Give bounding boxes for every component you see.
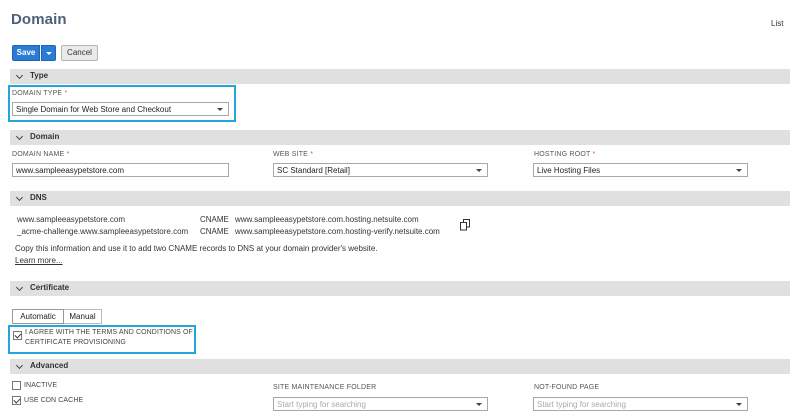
dns-record-target: www.sampleeasypetstore.com.hosting.netsu… — [235, 215, 419, 224]
dropdown-arrow-icon — [217, 108, 223, 111]
use-cdn-cache-label: USE CDN CACHE — [24, 397, 84, 404]
hosting-root-label: HOSTING ROOT * — [534, 151, 596, 158]
section-header-type[interactable]: Type — [10, 69, 790, 84]
dns-record-target: www.sampleeasypetstore.com.hosting-verif… — [235, 227, 440, 236]
page-title: Domain — [11, 11, 67, 28]
dropdown-arrow-icon — [476, 403, 482, 406]
chevron-down-icon — [15, 132, 24, 141]
dns-record-type: CNAME — [200, 215, 229, 224]
hosting-root-select[interactable]: Live Hosting Files — [533, 163, 748, 177]
inactive-label: INACTIVE — [24, 382, 58, 389]
web-site-select[interactable]: SC Standard [Retail] — [273, 163, 488, 177]
chevron-down-icon — [15, 71, 24, 80]
tab-automatic[interactable]: Automatic — [12, 309, 64, 324]
section-header-dns[interactable]: DNS — [10, 191, 790, 206]
section-header-certificate[interactable]: Certificate — [10, 281, 790, 296]
save-button[interactable]: Save — [12, 45, 40, 61]
domain-type-select[interactable]: Single Domain for Web Store and Checkout — [12, 102, 229, 116]
dns-record-type: CNAME — [200, 227, 229, 236]
section-header-advanced[interactable]: Advanced — [10, 359, 790, 374]
agree-terms-label-line2: CERTIFICATE PROVISIONING — [25, 339, 126, 346]
inactive-checkbox[interactable] — [12, 381, 21, 390]
not-found-page-label: NOT-FOUND PAGE — [534, 384, 600, 391]
section-header-domain[interactable]: Domain — [10, 130, 790, 145]
dns-record-host: _acme-challenge.www.sampleeasypetstore.c… — [17, 227, 189, 236]
section-title: Certificate — [30, 283, 70, 292]
chevron-down-icon — [15, 283, 24, 292]
list-link[interactable]: List — [771, 19, 783, 28]
dropdown-arrow-icon — [476, 169, 482, 172]
save-options-dropdown-button[interactable] — [41, 45, 56, 61]
not-found-page-select[interactable]: Start typing for searching — [533, 397, 748, 411]
dropdown-arrow-icon — [736, 169, 742, 172]
section-title: Domain — [30, 132, 60, 141]
use-cdn-cache-checkbox[interactable] — [12, 396, 21, 405]
web-site-label: WEB SITE * — [273, 151, 314, 158]
copy-icon[interactable] — [460, 219, 471, 231]
chevron-down-icon — [15, 193, 24, 202]
dns-record-host: www.sampleeasypetstore.com — [17, 215, 126, 224]
dns-info-text: Copy this information and use it to add … — [15, 244, 378, 253]
section-title: Type — [30, 71, 49, 80]
chevron-down-icon — [15, 361, 24, 370]
maintenance-folder-label: SITE MAINTENANCE FOLDER — [273, 384, 377, 391]
agree-terms-label-line1: I AGREE WITH THE TERMS AND CONDITIONS OF — [25, 329, 193, 336]
domain-name-input[interactable]: www.sampleeasypetstore.com — [12, 163, 229, 177]
tab-manual[interactable]: Manual — [64, 309, 102, 324]
dropdown-arrow-icon — [736, 403, 742, 406]
domain-type-label: DOMAIN TYPE * — [12, 90, 68, 97]
domain-name-label: DOMAIN NAME * — [12, 151, 70, 158]
maintenance-folder-select[interactable]: Start typing for searching — [273, 397, 488, 411]
learn-more-link[interactable]: Learn more... — [15, 256, 63, 265]
section-title: Advanced — [30, 361, 69, 370]
cancel-button[interactable]: Cancel — [61, 45, 98, 61]
agree-terms-checkbox[interactable] — [13, 331, 22, 340]
section-title: DNS — [30, 193, 47, 202]
